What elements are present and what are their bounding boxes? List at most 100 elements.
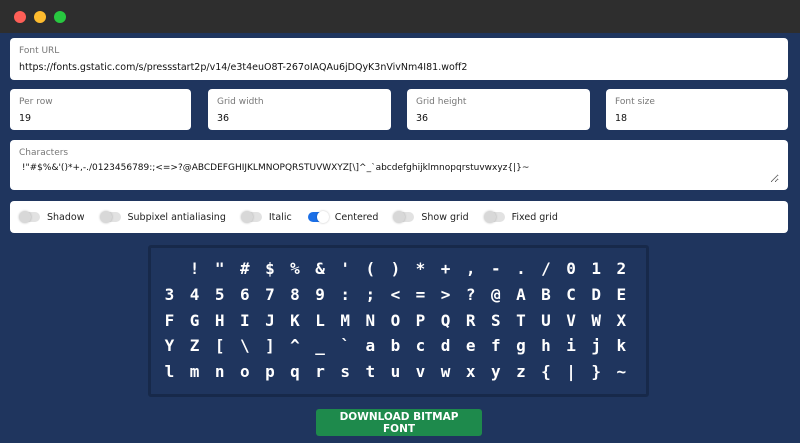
- glyph-cell: &: [315, 259, 325, 278]
- grid-height-label: Grid height: [416, 97, 467, 107]
- close-window-button[interactable]: [14, 11, 26, 23]
- glyph-cell: 2: [616, 259, 627, 278]
- glyph-cell: z: [516, 362, 526, 382]
- grid-width-label: Grid width: [217, 97, 264, 107]
- glyph-cell: G: [189, 310, 200, 330]
- maximize-window-button[interactable]: [54, 11, 66, 23]
- glyph-cell: ): [390, 259, 401, 278]
- glyph-cell: .: [516, 259, 526, 278]
- characters-field[interactable]: Characters !"#$%&'()*+,-./0123456789:;<=…: [10, 140, 788, 190]
- font-url-label: Font URL: [19, 46, 60, 56]
- glyph-cell: u: [390, 362, 401, 382]
- per-row-input[interactable]: 19: [19, 112, 182, 126]
- glyph-cell: *: [415, 259, 426, 278]
- toggle-switch[interactable]: [393, 211, 415, 223]
- bitmap-font-preview: ! " # $% & ' () * +, -. / 0 1 2 3 4 5 6 7 8 9:; < = >? @ A B C D E F G H…: [148, 245, 649, 397]
- glyph-cell: a: [365, 336, 376, 356]
- glyph-row: l m n o p q r s t u v w x y z {|} ~: [151, 359, 646, 384]
- glyph-cell: [: [214, 336, 225, 356]
- glyph-cell: r: [315, 362, 325, 382]
- glyph-cell: T: [516, 310, 526, 330]
- glyph-cell: d: [440, 336, 451, 356]
- characters-label: Characters: [19, 148, 69, 158]
- toggle-show-grid[interactable]: Show grid: [393, 211, 469, 223]
- characters-textarea[interactable]: !"#$%&'()*+,-./0123456789:;<=>?@ABCDEFGH…: [19, 163, 779, 183]
- glyph-cell: A: [516, 284, 526, 304]
- grid-width-field[interactable]: Grid width 36: [208, 89, 391, 130]
- toggle-label: Show grid: [421, 211, 469, 223]
- glyph-cell: ": [214, 259, 225, 278]
- glyph-cell: Z: [189, 336, 200, 356]
- glyph-cell: _: [315, 336, 325, 356]
- glyph-cell: H: [214, 310, 225, 330]
- glyph-cell: ': [340, 259, 350, 278]
- glyph-cell: ~: [616, 362, 627, 382]
- glyph-cell: 6: [239, 284, 250, 304]
- font-url-input[interactable]: https://fonts.gstatic.com/s/pressstart2p…: [19, 61, 779, 75]
- glyph-cell: +: [440, 259, 451, 278]
- toggle-switch[interactable]: [99, 211, 121, 223]
- glyph-cell: W: [591, 310, 601, 330]
- glyph-cell: -: [490, 259, 501, 278]
- download-bitmap-font-button[interactable]: DOWNLOAD BITMAP FONT: [316, 409, 482, 436]
- toggle-label: Italic: [268, 211, 292, 223]
- glyph-cell: y: [490, 362, 501, 382]
- glyph-cell: |: [566, 362, 576, 382]
- glyph-cell: F: [164, 310, 175, 330]
- glyph-cell: 3: [164, 284, 175, 304]
- font-size-field[interactable]: Font size 18: [606, 89, 788, 130]
- glyph-cell: l: [164, 362, 175, 382]
- glyph-cell: L: [315, 310, 325, 330]
- glyph-row: Y Z [\] ^ _ ` a b c d e f g h i j k: [151, 333, 646, 358]
- glyph-cell: ?: [465, 284, 476, 304]
- glyph-cell: `: [340, 336, 350, 356]
- toggle-fixed-grid[interactable]: Fixed grid: [483, 211, 558, 223]
- glyph-cell: #: [239, 259, 250, 278]
- glyph-cell: U: [541, 310, 551, 330]
- toggle-label: Fixed grid: [511, 211, 558, 223]
- glyph-cell: t: [365, 362, 376, 382]
- window-titlebar: [0, 0, 800, 33]
- glyph-cell: ^: [290, 336, 300, 356]
- glyph-cell: w: [440, 362, 451, 382]
- toggle-switch[interactable]: [307, 211, 329, 223]
- glyph-cell: <: [390, 284, 401, 304]
- glyph-cell: D: [591, 284, 601, 304]
- glyph-cell: g: [516, 336, 526, 356]
- glyph-cell: V: [566, 310, 576, 330]
- minimize-window-button[interactable]: [34, 11, 46, 23]
- glyph-cell: I: [239, 310, 250, 330]
- toggle-label: Centered: [334, 211, 379, 223]
- glyph-row: ! " # $% & ' () * +, -. / 0 1 2: [151, 256, 646, 281]
- glyph-cell: =: [415, 284, 426, 304]
- glyph-cell: \: [239, 336, 250, 356]
- glyph-cell: n: [214, 362, 225, 382]
- toggle-switch[interactable]: [483, 211, 505, 223]
- toggle-label: Subpixel antialiasing: [127, 211, 226, 223]
- glyph-cell: Y: [164, 336, 175, 356]
- toggle-centered[interactable]: Centered: [307, 211, 379, 223]
- glyph-cell: B: [541, 284, 551, 304]
- glyph-cell: J: [265, 310, 275, 330]
- glyph-cell: 9: [315, 284, 325, 304]
- toggle-subpixel-antialiasing[interactable]: Subpixel antialiasing: [99, 211, 226, 223]
- font-url-field[interactable]: Font URL https://fonts.gstatic.com/s/pre…: [10, 38, 788, 80]
- toggle-shadow[interactable]: Shadow: [19, 211, 85, 223]
- toggle-switch[interactable]: [240, 211, 262, 223]
- glyph-cell: R: [465, 310, 476, 330]
- per-row-field[interactable]: Per row 19: [10, 89, 191, 130]
- grid-width-input[interactable]: 36: [217, 112, 382, 126]
- glyph-cell: /: [541, 259, 551, 278]
- glyph-cell: %: [290, 259, 300, 278]
- per-row-label: Per row: [19, 97, 53, 107]
- glyph-cell: s: [340, 362, 350, 382]
- toggle-switch[interactable]: [19, 211, 40, 223]
- glyph-cell: }: [591, 362, 601, 382]
- font-size-input[interactable]: 18: [615, 112, 779, 126]
- toggle-italic[interactable]: Italic: [240, 211, 292, 223]
- glyph-cell: 8: [290, 284, 300, 304]
- glyph-cell: m: [189, 362, 200, 382]
- grid-height-field[interactable]: Grid height 36: [407, 89, 590, 130]
- toggle-label: Shadow: [47, 211, 85, 223]
- grid-height-input[interactable]: 36: [416, 112, 581, 126]
